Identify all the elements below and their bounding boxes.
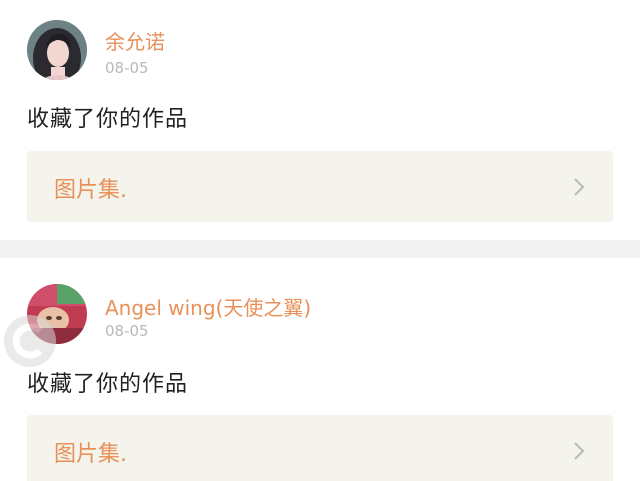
username[interactable]: Angel wing(天使之翼) bbox=[105, 292, 311, 321]
chevron-right-icon bbox=[574, 442, 585, 460]
timestamp: 08-05 bbox=[105, 59, 149, 77]
username[interactable]: 余允诺 bbox=[105, 26, 165, 55]
notification-item: 余允诺 08-05 收藏了你的作品 图片集. bbox=[0, 0, 640, 240]
avatar[interactable] bbox=[27, 20, 87, 80]
work-title: 图片集. bbox=[54, 178, 127, 203]
notification-feed: 余允诺 08-05 收藏了你的作品 图片集. Angel wing(天使之翼) … bbox=[0, 0, 640, 481]
chevron-right-icon bbox=[574, 178, 585, 196]
notification-item: Angel wing(天使之翼) 08-05 收藏了你的作品 图片集. bbox=[0, 258, 640, 481]
user-avatar-icon bbox=[27, 20, 87, 80]
watermark-icon bbox=[4, 315, 56, 367]
work-link-card[interactable]: 图片集. bbox=[27, 415, 613, 481]
section-divider bbox=[0, 240, 640, 258]
work-link-card[interactable]: 图片集. bbox=[27, 151, 613, 222]
timestamp: 08-05 bbox=[105, 322, 149, 340]
work-title: 图片集. bbox=[54, 442, 127, 467]
activity-text: 收藏了你的作品 bbox=[27, 107, 189, 132]
